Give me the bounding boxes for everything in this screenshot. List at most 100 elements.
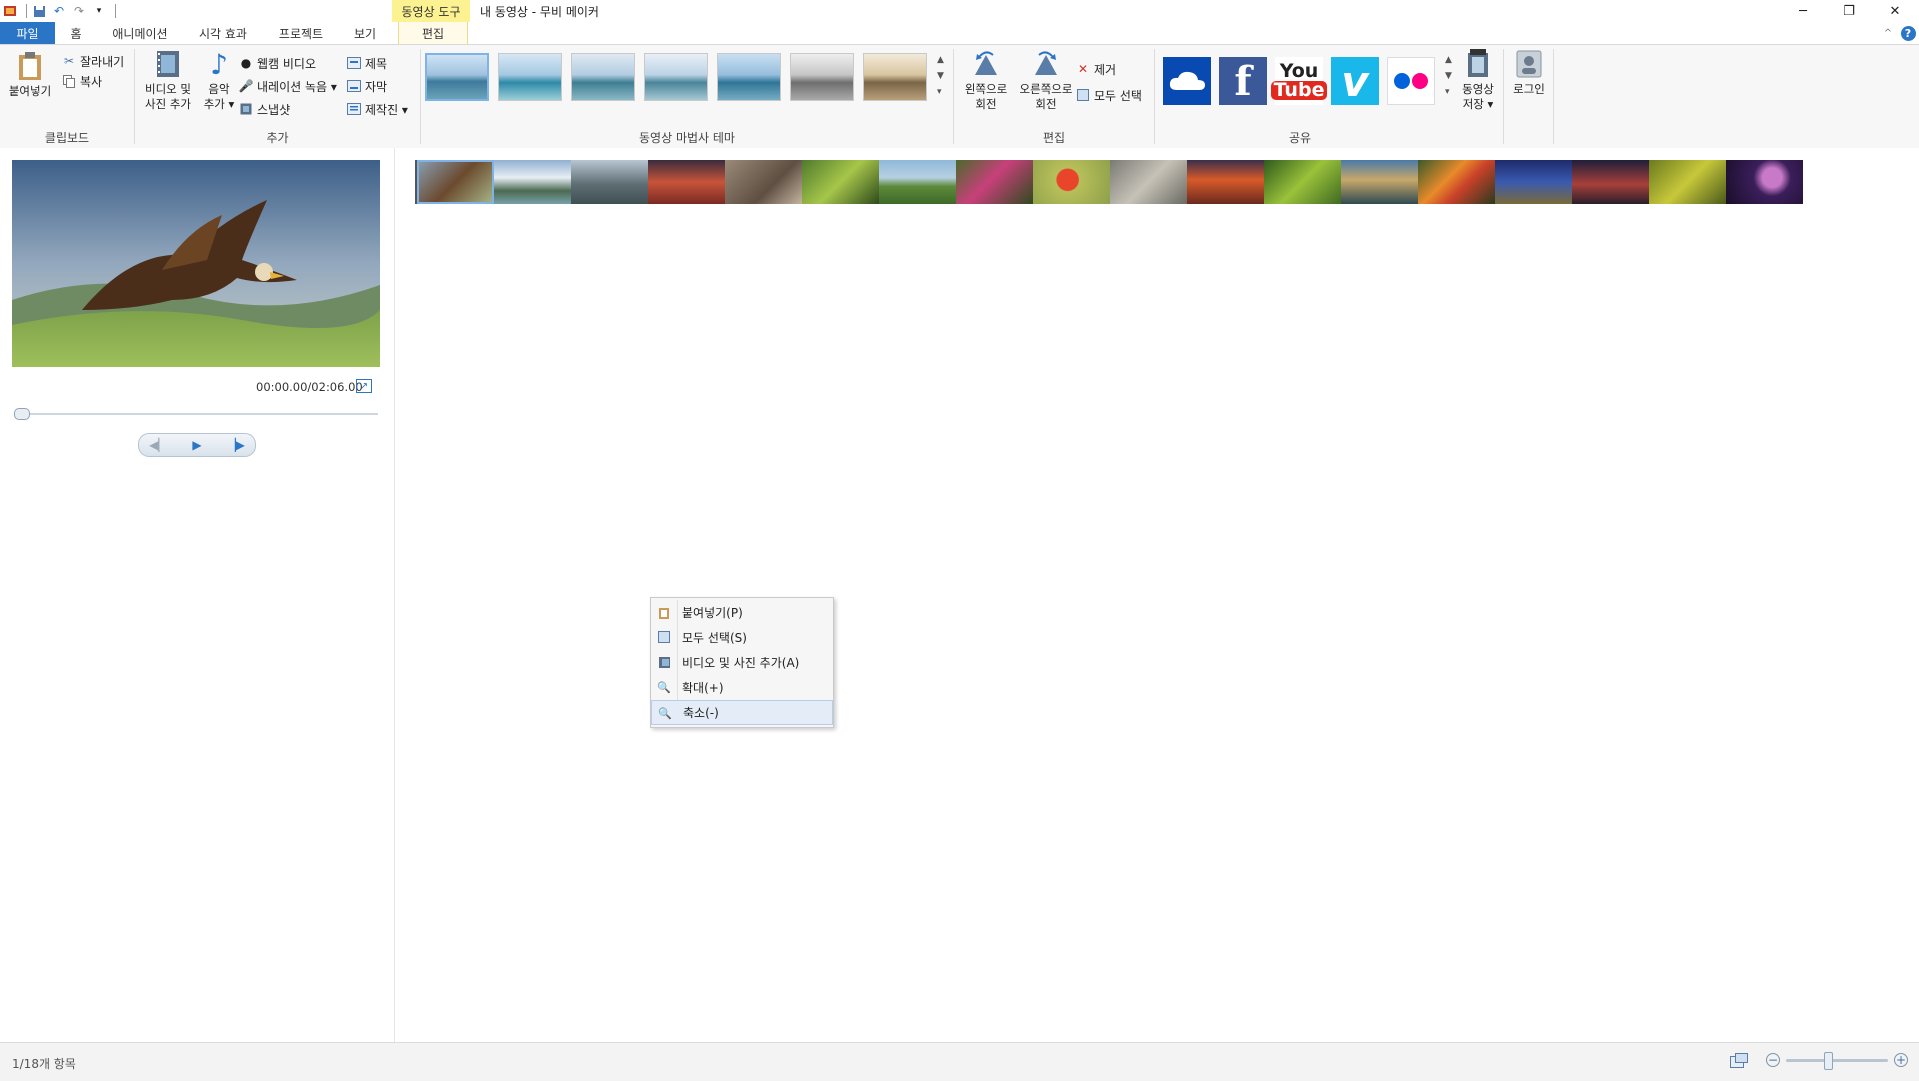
clip-thumbnail[interactable] bbox=[1341, 160, 1418, 204]
login-button[interactable]: 로그인 bbox=[1507, 49, 1551, 97]
copy-icon bbox=[62, 74, 76, 88]
cut-button[interactable]: ✂ 잘라내기 bbox=[62, 51, 124, 71]
add-video-photo-button[interactable]: 비디오 및 사진 추가 bbox=[139, 49, 197, 112]
redo-icon[interactable]: ↷ bbox=[71, 3, 87, 19]
share-scroll-up-icon[interactable]: ▲ bbox=[1445, 55, 1452, 65]
facebook-button[interactable]: f bbox=[1219, 57, 1267, 105]
zoom-slider-thumb[interactable] bbox=[1824, 1052, 1833, 1070]
tab-view[interactable]: 보기 bbox=[346, 22, 384, 44]
rotate-left-button[interactable]: 왼쪽으로 회전 bbox=[958, 49, 1014, 112]
flickr-button[interactable] bbox=[1387, 57, 1435, 105]
clipboard-group: 붙여넣기 ✂ 잘라내기 복사 클립보드 bbox=[0, 45, 134, 148]
save-movie-button[interactable]: 동영상 저장 ▾ bbox=[1455, 49, 1501, 112]
save-icon[interactable] bbox=[31, 3, 47, 19]
gallery-scroll-up-icon[interactable]: ▲ bbox=[937, 55, 944, 65]
next-frame-icon[interactable]: ▕▶ bbox=[216, 434, 255, 456]
clip-thumbnail[interactable] bbox=[725, 160, 802, 204]
clip-thumbnail[interactable] bbox=[494, 160, 571, 204]
tab-edit[interactable]: 편집 bbox=[398, 22, 468, 44]
onedrive-button[interactable] bbox=[1163, 57, 1211, 105]
editing-group-label: 편집 bbox=[1042, 131, 1066, 145]
clip-thumbnail[interactable] bbox=[1495, 160, 1572, 204]
theme-cinematic[interactable] bbox=[571, 53, 635, 101]
clip-thumbnail[interactable] bbox=[417, 160, 494, 204]
clip-thumbnail[interactable] bbox=[1033, 160, 1110, 204]
vimeo-button[interactable]: v bbox=[1331, 57, 1379, 106]
theme-fade[interactable] bbox=[644, 53, 708, 101]
share-scroll-down-icon[interactable]: ▼ bbox=[1445, 71, 1452, 81]
credits-button[interactable]: 제작진 ▾ bbox=[347, 99, 408, 119]
previous-frame-icon[interactable]: ◀▏ bbox=[139, 434, 178, 456]
clip-thumbnail[interactable] bbox=[1418, 160, 1495, 204]
theme-default[interactable] bbox=[425, 53, 489, 101]
clip-thumbnail[interactable] bbox=[802, 160, 879, 204]
select-all-button[interactable]: 모두 선택 bbox=[1076, 85, 1142, 105]
item-count: 1/18개 항목 bbox=[12, 1057, 76, 1071]
clip-thumbnail[interactable] bbox=[879, 160, 956, 204]
customize-toolbar-icon[interactable]: ▾ bbox=[91, 3, 107, 19]
menu-item-zoom-in[interactable]: 🔍 확대(+) bbox=[651, 675, 833, 700]
remove-button[interactable]: ✕ 제거 bbox=[1076, 59, 1116, 79]
close-button[interactable]: ✕ bbox=[1872, 0, 1918, 22]
copy-button[interactable]: 복사 bbox=[62, 71, 102, 91]
clip-thumbnail[interactable] bbox=[1187, 160, 1264, 204]
menu-item-paste[interactable]: 붙여넣기(P) bbox=[651, 600, 833, 625]
share-group: f You Tube v ▲ ▼ ▾ 동영상 저장 ▾ 로그인 공유 bbox=[1155, 45, 1555, 148]
clip-thumbnail[interactable] bbox=[1726, 160, 1803, 204]
youtube-button[interactable]: You Tube bbox=[1270, 57, 1328, 105]
theme-contemporary[interactable] bbox=[498, 53, 562, 101]
menu-item-select-all[interactable]: 모두 선택(S) bbox=[651, 625, 833, 650]
clip-thumbnail[interactable] bbox=[648, 160, 725, 204]
save-movie-icon bbox=[1463, 49, 1493, 79]
copy-label: 복사 bbox=[80, 74, 103, 89]
select-all-icon bbox=[1076, 88, 1090, 102]
tab-visual-effects[interactable]: 시각 효과 bbox=[190, 22, 256, 44]
paste-button[interactable]: 붙여넣기 bbox=[6, 51, 54, 99]
seek-slider[interactable] bbox=[14, 408, 378, 420]
menu-item-add-video-photo[interactable]: 비디오 및 사진 추가(A) bbox=[651, 650, 833, 675]
restore-button[interactable]: ❐ bbox=[1826, 0, 1872, 22]
undo-icon[interactable]: ↶ bbox=[51, 3, 67, 19]
collapse-ribbon-icon[interactable]: ^ bbox=[1878, 22, 1898, 44]
theme-pan-zoom[interactable] bbox=[717, 53, 781, 101]
tab-file[interactable]: 파일 bbox=[0, 22, 55, 44]
gallery-expand-icon[interactable]: ▾ bbox=[937, 87, 942, 97]
play-icon[interactable]: ▶ bbox=[178, 434, 217, 456]
clip-thumbnail[interactable] bbox=[1572, 160, 1649, 204]
minimize-button[interactable]: ─ bbox=[1780, 0, 1826, 22]
share-group-label: 공유 bbox=[1288, 131, 1312, 145]
caption-button[interactable]: 자막 bbox=[347, 76, 387, 96]
webcam-video-button[interactable]: ● 웹캠 비디오 bbox=[239, 53, 316, 73]
record-narration-button[interactable]: 🎤 내레이션 녹음 ▾ bbox=[239, 76, 337, 96]
rotate-right-button[interactable]: 오른쪽으로 회전 bbox=[1014, 49, 1078, 112]
tab-project[interactable]: 프로젝트 bbox=[270, 22, 332, 44]
gallery-scroll-down-icon[interactable]: ▼ bbox=[937, 71, 944, 81]
theme-black-white[interactable] bbox=[790, 53, 854, 101]
share-expand-icon[interactable]: ▾ bbox=[1445, 87, 1450, 97]
fullscreen-icon[interactable]: ↗ bbox=[356, 379, 372, 393]
menu-item-zoom-out[interactable]: 🔍 축소(-) bbox=[651, 700, 833, 725]
seek-thumb[interactable] bbox=[14, 408, 30, 420]
thumbnail-size-icon[interactable] bbox=[1730, 1053, 1748, 1072]
tab-animation[interactable]: 애니메이션 bbox=[104, 22, 176, 44]
snapshot-button[interactable]: 스냅샷 bbox=[239, 99, 290, 119]
storyboard[interactable]: 붙여넣기(P) 모두 선택(S) 비디오 및 사진 추가(A) 🔍 확대(+) … bbox=[395, 148, 1919, 1042]
zoom-slider[interactable] bbox=[1786, 1059, 1888, 1062]
select-all-label: 모두 선택 bbox=[1094, 88, 1142, 103]
help-icon[interactable]: ? bbox=[1900, 22, 1916, 44]
app-menu-icon[interactable] bbox=[2, 3, 18, 19]
clip-thumbnail[interactable] bbox=[571, 160, 648, 204]
title-button[interactable]: 제목 bbox=[347, 53, 387, 73]
zoom-in-button[interactable]: + bbox=[1894, 1053, 1908, 1067]
title-label: 제목 bbox=[365, 56, 388, 71]
clip-thumbnail[interactable] bbox=[1264, 160, 1341, 204]
tab-home[interactable]: 홈 bbox=[62, 22, 90, 44]
clip-thumbnail[interactable] bbox=[956, 160, 1033, 204]
clip-thumbnail[interactable] bbox=[1110, 160, 1187, 204]
theme-sepia[interactable] bbox=[863, 53, 927, 101]
clip-thumbnail[interactable] bbox=[1649, 160, 1726, 204]
preview-pane: 00:00.00/02:06.00 ↗ ◀▏ ▶ ▕▶ bbox=[0, 148, 395, 1042]
add-music-button[interactable]: ♪ 음악 추가 ▾ bbox=[197, 49, 241, 112]
group-separator bbox=[1553, 49, 1554, 144]
zoom-out-button[interactable]: − bbox=[1766, 1053, 1780, 1067]
